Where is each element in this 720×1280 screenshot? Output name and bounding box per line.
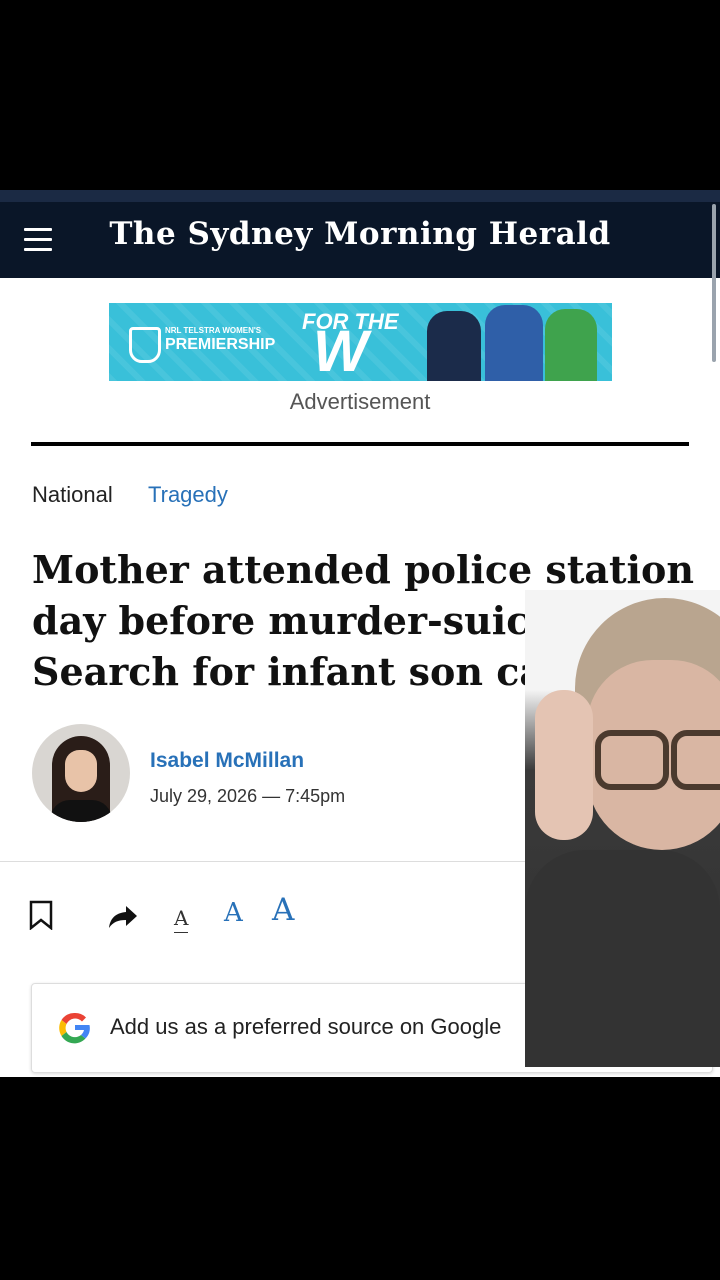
author-avatar[interactable]	[32, 724, 130, 822]
site-header: The Sydney Morning Herald	[0, 202, 720, 278]
ad-player-3	[545, 309, 597, 381]
ad-player-1	[427, 311, 481, 381]
webcam-person-hand	[535, 690, 593, 840]
scrollbar[interactable]	[712, 204, 716, 362]
section-rule	[31, 442, 689, 446]
site-logo[interactable]: The Sydney Morning Herald	[0, 216, 720, 252]
top-border	[0, 190, 720, 202]
author-name[interactable]: Isabel McMillan	[150, 749, 304, 773]
publish-date: July 29, 2026 — 7:45pm	[150, 786, 346, 806]
ad-league-text: NRL TELSTRA WOMEN'S	[165, 326, 262, 335]
webcam-person-body	[525, 850, 720, 1067]
ad-player-2	[485, 305, 543, 381]
font-size-medium-button[interactable]: A	[224, 898, 243, 928]
webcam-overlay	[525, 590, 720, 1067]
ad-premiership-text: PREMIERSHIP	[165, 336, 276, 353]
breadcrumb-topic[interactable]: Tragedy	[148, 482, 228, 508]
advertisement-label: Advertisement	[289, 389, 431, 414]
font-size-small-button[interactable]: A	[174, 906, 189, 933]
font-size-large-button[interactable]: A	[272, 892, 294, 928]
bookmark-icon[interactable]	[28, 900, 54, 931]
glasses-lens-right	[671, 730, 720, 790]
glasses-lens-left	[595, 730, 669, 790]
nrl-shield-icon	[129, 327, 161, 363]
google-icon	[56, 1009, 94, 1047]
headline-line: Mother attended police station	[32, 547, 694, 592]
avatar-face	[65, 750, 97, 792]
ad-w-text: W	[313, 319, 368, 381]
avatar-body	[50, 800, 112, 822]
advertisement-banner[interactable]: NRL TELSTRA WOMEN'S PREMIERSHIP FOR THE …	[109, 303, 612, 381]
breadcrumb-section[interactable]: National	[32, 482, 113, 508]
google-cta-text: Add us as a preferred source on Google	[110, 1014, 502, 1039]
share-icon[interactable]	[108, 904, 138, 930]
